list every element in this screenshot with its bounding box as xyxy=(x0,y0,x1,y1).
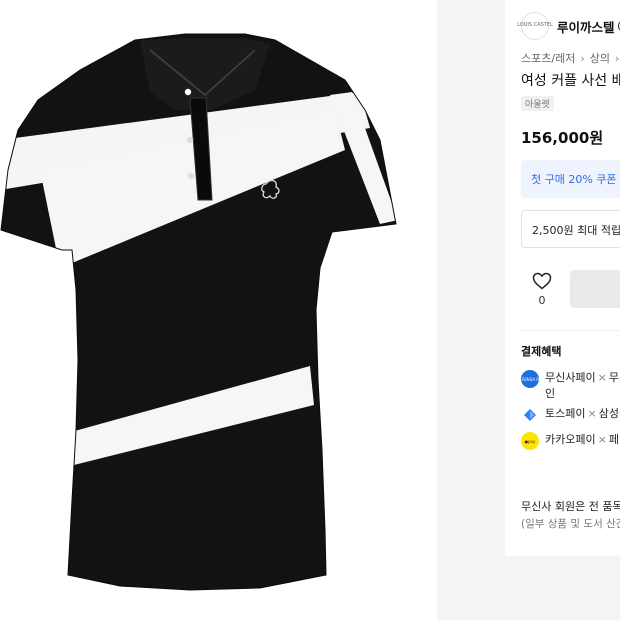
benefit-line2: 인 xyxy=(545,387,556,400)
like-button[interactable]: 0 xyxy=(531,272,553,307)
product-info-panel: LOUIS CASTEL 루이까스텔 i 스포츠/레저 › 상의 › 여성 커플 사선… xyxy=(505,0,620,556)
product-page: LOUIS CASTEL 루이까스텔 i 스포츠/레저 › 상의 › 여성 커플 사선… xyxy=(0,0,620,620)
points-text: 2,500원 최대 적립 xyxy=(532,224,620,237)
brand-row[interactable]: LOUIS CASTEL 루이까스텔 i xyxy=(517,12,620,40)
brand-logo[interactable]: LOUIS CASTEL xyxy=(517,12,553,40)
coupon-text: 첫 구매 20% 쿠폰 받 xyxy=(531,173,620,186)
kakao-pay-icon: ●pay xyxy=(521,432,539,450)
brand-name[interactable]: 루이까스텔 xyxy=(557,17,615,36)
benefit-label: 카카오페이 xyxy=(545,433,596,446)
benefits-title: 결제혜택 xyxy=(521,345,562,358)
purchase-button[interactable] xyxy=(570,270,620,308)
heart-icon xyxy=(532,272,552,290)
product-title: 여성 커플 사선 배 xyxy=(521,73,620,89)
breadcrumb: 스포츠/레저 › 상의 › xyxy=(521,50,620,66)
benefit-partner: 페이 xyxy=(608,433,620,446)
chevron-right-icon: › xyxy=(580,52,585,65)
member-note-sub: (일부 상품 및 도서 산간 xyxy=(521,518,620,530)
chevron-right-icon: › xyxy=(614,52,620,65)
page-gutter-bottom xyxy=(505,556,620,620)
outlet-tag: 아울렛 xyxy=(521,96,554,111)
benefit-label: 무신사페이 xyxy=(545,371,596,384)
musinsa-pay-icon: MUSINSA PAY xyxy=(517,370,543,388)
product-price: 156,000원 xyxy=(521,129,604,147)
benefit-item-toss-pay[interactable]: 토스페이×삼성카 xyxy=(521,406,620,424)
product-image[interactable] xyxy=(0,0,437,620)
coupon-banner[interactable]: 첫 구매 20% 쿠폰 받 xyxy=(521,160,620,198)
divider xyxy=(521,330,620,331)
polo-shirt-image xyxy=(0,33,397,591)
benefit-partner: 무신 xyxy=(608,371,620,384)
breadcrumb-item[interactable]: 스포츠/레저 xyxy=(521,52,575,65)
benefit-item-kakao-pay[interactable]: ●pay 카카오페이×페이 xyxy=(521,432,620,450)
page-gutter xyxy=(437,0,505,620)
benefit-label: 토스페이 xyxy=(545,407,586,420)
toss-pay-icon xyxy=(521,406,539,424)
benefit-partner: 삼성카 xyxy=(598,407,620,420)
breadcrumb-item[interactable]: 상의 xyxy=(590,52,610,65)
points-box[interactable]: 2,500원 최대 적립 xyxy=(521,210,620,248)
like-count: 0 xyxy=(538,294,546,307)
benefit-item-musinsa-pay[interactable]: MUSINSA PAY 무신사페이×무신인 xyxy=(517,370,620,402)
member-note: 무신사 회원은 전 품목 xyxy=(521,500,620,513)
